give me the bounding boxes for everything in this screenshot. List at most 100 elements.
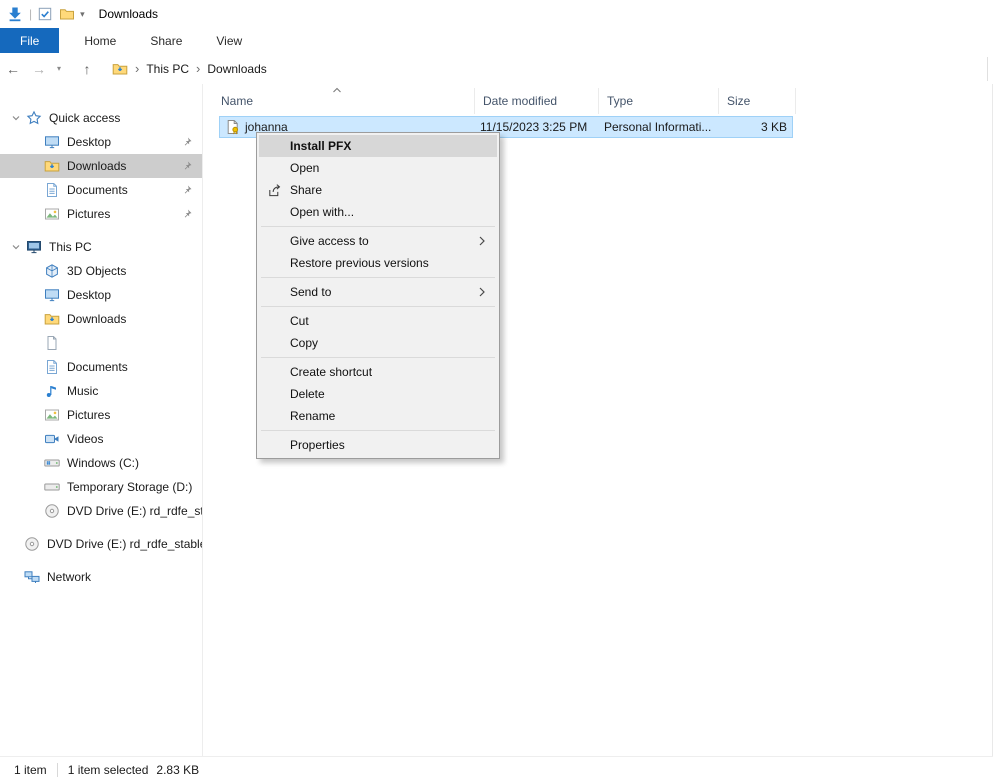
title-bar: | ▾ Downloads	[0, 0, 993, 28]
breadcrumb-separator-icon: ›	[196, 61, 200, 76]
menu-item-rename[interactable]: Rename	[259, 405, 497, 427]
sidebar-item-documents-pinned[interactable]: Documents	[0, 178, 202, 202]
pictures-icon	[44, 407, 60, 423]
downloads-folder-icon	[112, 61, 128, 77]
back-button[interactable]: ←	[0, 61, 26, 77]
breadcrumb-downloads[interactable]: Downloads	[207, 62, 266, 76]
ribbon-tabs: File Home Share View	[0, 28, 993, 53]
sidebar-item-desktop[interactable]: Desktop	[0, 283, 202, 307]
menu-item-copy[interactable]: Copy	[259, 332, 497, 354]
customize-toolbar-chevron-icon[interactable]: ▾	[80, 9, 85, 20]
menu-separator	[261, 306, 495, 307]
this-pc-icon	[26, 239, 42, 255]
column-header-size[interactable]: Size	[719, 88, 796, 114]
tab-share[interactable]: Share	[133, 28, 199, 53]
search-box-edge	[987, 57, 988, 81]
file-size: 3 KB	[761, 117, 787, 137]
menu-item-delete[interactable]: Delete	[259, 383, 497, 405]
menu-item-label: Rename	[290, 409, 335, 423]
menu-separator	[261, 357, 495, 358]
context-menu: Install PFX Open Share Open with... Give…	[256, 132, 500, 459]
sidebar-item-quick-access[interactable]: Quick access	[0, 106, 202, 130]
pin-icon	[181, 160, 193, 172]
sidebar-item-videos[interactable]: Videos	[0, 427, 202, 451]
new-folder-quick-button[interactable]	[59, 6, 75, 22]
up-button[interactable]: ↑	[74, 61, 100, 77]
menu-separator	[261, 277, 495, 278]
documents-icon	[44, 359, 60, 375]
sidebar-item-temporary-storage-d[interactable]: Temporary Storage (D:)	[0, 475, 202, 499]
menu-separator	[261, 430, 495, 431]
menu-item-label: Properties	[290, 438, 345, 452]
menu-item-label: Install PFX	[290, 139, 351, 153]
sidebar-item-windows-c[interactable]: Windows (C:)	[0, 451, 202, 475]
address-bar: ← → ▾ ↑ › This PC › Downloads	[0, 53, 993, 84]
pin-icon	[181, 184, 193, 196]
breadcrumb-separator-icon: ›	[135, 61, 139, 76]
documents-icon	[44, 182, 60, 198]
sidebar-item-label: 3D Objects	[67, 264, 126, 278]
menu-item-cut[interactable]: Cut	[259, 310, 497, 332]
sidebar-item-downloads[interactable]: Downloads	[0, 307, 202, 331]
sidebar-item-label: Downloads	[67, 159, 126, 173]
sidebar-item-downloads-pinned[interactable]: Downloads	[0, 154, 202, 178]
sidebar-item-label: Documents	[67, 360, 128, 374]
column-header-name[interactable]: Name	[213, 88, 475, 114]
chevron-down-icon[interactable]	[11, 113, 21, 123]
navigation-pane: Quick access Desktop Downloads Documents…	[0, 84, 202, 756]
breadcrumb-this-pc[interactable]: This PC	[146, 62, 189, 76]
sidebar-item-network[interactable]: Network	[0, 565, 202, 589]
sidebar-item-desktop-pinned[interactable]: Desktop	[0, 130, 202, 154]
desktop-icon	[44, 134, 60, 150]
menu-item-label: Copy	[290, 336, 318, 350]
sidebar-item-dvd-drive-e[interactable]: DVD Drive (E:) rd_rdfe_stable	[0, 499, 202, 523]
desktop-icon	[44, 287, 60, 303]
recent-locations-chevron-icon[interactable]: ▾	[52, 64, 66, 73]
menu-item-label: Create shortcut	[290, 365, 372, 379]
sidebar-item-label: Pictures	[67, 207, 110, 221]
sidebar-item-blank[interactable]	[0, 331, 202, 355]
menu-item-open-with[interactable]: Open with...	[259, 201, 497, 223]
sidebar-item-3d-objects[interactable]: 3D Objects	[0, 259, 202, 283]
status-selected-size: 2.83 KB	[156, 763, 199, 777]
dvd-icon	[44, 503, 60, 519]
tab-home[interactable]: Home	[67, 28, 133, 53]
tab-file[interactable]: File	[0, 28, 59, 53]
column-label: Name	[221, 94, 253, 108]
menu-item-share[interactable]: Share	[259, 179, 497, 201]
tab-view[interactable]: View	[199, 28, 259, 53]
explorer-window: | ▾ Downloads File Home Share View ← → ▾…	[0, 0, 993, 783]
menu-item-open[interactable]: Open	[259, 157, 497, 179]
column-label: Type	[607, 94, 633, 108]
menu-item-give-access-to[interactable]: Give access to	[259, 230, 497, 252]
sidebar-item-pictures-pinned[interactable]: Pictures	[0, 202, 202, 226]
downloads-folder-icon	[44, 158, 60, 174]
sidebar-item-label: Documents	[67, 183, 128, 197]
menu-item-install-pfx[interactable]: Install PFX	[259, 135, 497, 157]
column-header-type[interactable]: Type	[599, 88, 719, 114]
chevron-down-icon[interactable]	[11, 242, 21, 252]
menu-item-properties[interactable]: Properties	[259, 434, 497, 456]
menu-item-create-shortcut[interactable]: Create shortcut	[259, 361, 497, 383]
sidebar-item-music[interactable]: Music	[0, 379, 202, 403]
breadcrumb: › This PC › Downloads	[112, 61, 267, 77]
properties-quick-button[interactable]	[37, 6, 53, 22]
column-header-date-modified[interactable]: Date modified	[475, 88, 599, 114]
menu-item-send-to[interactable]: Send to	[259, 281, 497, 303]
downloads-app-icon	[7, 6, 23, 22]
sidebar-item-label: DVD Drive (E:) rd_rdfe_stable	[67, 504, 202, 518]
sidebar-item-label: Music	[67, 384, 98, 398]
menu-item-label: Send to	[290, 285, 331, 299]
sidebar-item-pictures[interactable]: Pictures	[0, 403, 202, 427]
column-label: Date modified	[483, 94, 557, 108]
music-icon	[44, 383, 60, 399]
sidebar-item-label: Temporary Storage (D:)	[67, 480, 192, 494]
sidebar-item-dvd-drive-e-root[interactable]: DVD Drive (E:) rd_rdfe_stable.T	[0, 532, 202, 556]
sidebar-item-documents[interactable]: Documents	[0, 355, 202, 379]
menu-item-restore-previous-versions[interactable]: Restore previous versions	[259, 252, 497, 274]
certificate-file-icon	[225, 119, 241, 135]
windows-drive-icon	[44, 455, 60, 471]
pictures-icon	[44, 206, 60, 222]
sidebar-item-this-pc[interactable]: This PC	[0, 235, 202, 259]
forward-button[interactable]: →	[26, 61, 52, 77]
